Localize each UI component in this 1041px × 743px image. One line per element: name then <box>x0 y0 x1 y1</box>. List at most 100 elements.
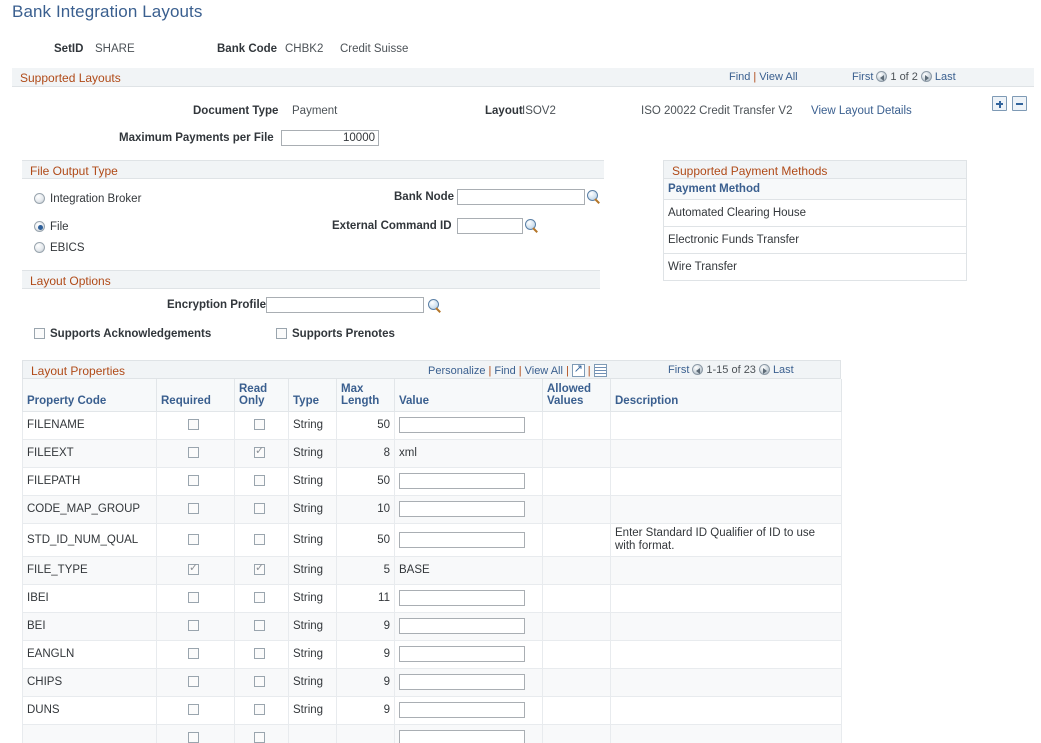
checkbox-icon[interactable] <box>188 592 199 603</box>
cell-value[interactable] <box>395 696 543 724</box>
checkbox-icon[interactable] <box>254 564 265 575</box>
first-link[interactable]: First <box>852 71 873 83</box>
cell-value[interactable] <box>395 724 543 743</box>
delete-row-button[interactable] <box>1012 96 1027 111</box>
radio-icon-file[interactable] <box>34 221 45 232</box>
property-value-input[interactable] <box>399 618 525 634</box>
property-value-input[interactable] <box>399 702 525 718</box>
supports-acknowledgements-checkbox[interactable]: Supports Acknowledgements <box>34 328 211 340</box>
checkbox-icon[interactable] <box>188 503 199 514</box>
checkbox-icon[interactable] <box>188 732 199 743</box>
cell-read-only[interactable] <box>235 724 289 743</box>
checkbox-icon[interactable] <box>254 475 265 486</box>
next-arrow-icon[interactable] <box>921 71 932 82</box>
encryption-profile-input[interactable] <box>266 297 424 313</box>
checkbox-icon[interactable] <box>188 447 199 458</box>
bank-node-input[interactable] <box>457 189 585 205</box>
personalize-link[interactable]: Personalize <box>428 365 485 377</box>
cell-read-only[interactable] <box>235 411 289 439</box>
checkbox-icon[interactable] <box>188 564 199 575</box>
checkbox-icon[interactable] <box>254 648 265 659</box>
checkbox-icon-supports-acknowledgements[interactable] <box>34 328 45 339</box>
external-command-id-input[interactable] <box>457 218 523 234</box>
cell-required[interactable] <box>157 668 235 696</box>
checkbox-icon[interactable] <box>254 419 265 430</box>
cell-value[interactable] <box>395 411 543 439</box>
checkbox-icon[interactable] <box>254 592 265 603</box>
cell-value[interactable] <box>395 668 543 696</box>
view-layout-details-link[interactable]: View Layout Details <box>811 105 912 117</box>
checkbox-icon[interactable] <box>254 732 265 743</box>
checkbox-icon[interactable] <box>254 534 265 545</box>
cell-value[interactable] <box>395 467 543 495</box>
external-command-id-lookup-icon[interactable] <box>525 219 539 233</box>
checkbox-icon[interactable] <box>254 447 265 458</box>
cell-read-only[interactable] <box>235 439 289 467</box>
bank-node-lookup-icon[interactable] <box>587 190 601 204</box>
last-link[interactable]: Last <box>935 71 956 83</box>
grid-find-link[interactable]: Find <box>494 365 515 377</box>
checkbox-icon-supports-prenotes[interactable] <box>276 328 287 339</box>
checkbox-icon[interactable] <box>188 419 199 430</box>
cell-read-only[interactable] <box>235 584 289 612</box>
previous-arrow-icon[interactable] <box>876 71 887 82</box>
checkbox-icon[interactable] <box>188 704 199 715</box>
cell-value[interactable] <box>395 523 543 556</box>
checkbox-icon[interactable] <box>254 620 265 631</box>
checkbox-icon[interactable] <box>254 503 265 514</box>
radio-icon-ebics[interactable] <box>34 242 45 253</box>
expand-icon[interactable] <box>572 364 585 377</box>
grid-first-link[interactable]: First <box>668 364 689 376</box>
cell-required[interactable] <box>157 640 235 668</box>
cell-required[interactable] <box>157 612 235 640</box>
checkbox-icon[interactable] <box>254 704 265 715</box>
property-value-input[interactable] <box>399 417 525 433</box>
property-value-input[interactable] <box>399 730 525 743</box>
radio-file[interactable]: File <box>34 221 69 233</box>
cell-required[interactable] <box>157 523 235 556</box>
property-value-input[interactable] <box>399 646 525 662</box>
cell-required[interactable] <box>157 411 235 439</box>
checkbox-icon[interactable] <box>188 620 199 631</box>
cell-read-only[interactable] <box>235 523 289 556</box>
radio-ebics[interactable]: EBICS <box>34 242 85 254</box>
checkbox-icon[interactable] <box>188 676 199 687</box>
download-grid-icon[interactable] <box>594 364 607 377</box>
grid-previous-arrow-icon[interactable] <box>692 364 703 375</box>
cell-read-only[interactable] <box>235 668 289 696</box>
cell-read-only[interactable] <box>235 640 289 668</box>
cell-value[interactable] <box>395 612 543 640</box>
grid-last-link[interactable]: Last <box>773 364 794 376</box>
cell-required[interactable] <box>157 495 235 523</box>
cell-required[interactable] <box>157 584 235 612</box>
grid-view-all-link[interactable]: View All <box>525 365 563 377</box>
grid-next-arrow-icon[interactable] <box>759 364 770 375</box>
cell-value[interactable] <box>395 495 543 523</box>
radio-icon-integration-broker[interactable] <box>34 193 45 204</box>
cell-required[interactable] <box>157 724 235 743</box>
property-value-input[interactable] <box>399 532 525 548</box>
cell-read-only[interactable] <box>235 556 289 584</box>
property-value-input[interactable] <box>399 501 525 517</box>
cell-value[interactable] <box>395 584 543 612</box>
maximum-payments-input[interactable] <box>281 130 379 146</box>
cell-required[interactable] <box>157 696 235 724</box>
property-value-input[interactable] <box>399 473 525 489</box>
cell-required[interactable] <box>157 556 235 584</box>
view-all-link[interactable]: View All <box>759 71 797 83</box>
cell-value[interactable] <box>395 640 543 668</box>
property-value-input[interactable] <box>399 674 525 690</box>
radio-integration-broker[interactable]: Integration Broker <box>34 193 141 205</box>
supports-prenotes-checkbox[interactable]: Supports Prenotes <box>276 328 395 340</box>
cell-read-only[interactable] <box>235 467 289 495</box>
add-row-button[interactable] <box>992 96 1007 111</box>
property-value-input[interactable] <box>399 590 525 606</box>
checkbox-icon[interactable] <box>188 534 199 545</box>
cell-read-only[interactable] <box>235 495 289 523</box>
checkbox-icon[interactable] <box>188 648 199 659</box>
cell-read-only[interactable] <box>235 612 289 640</box>
checkbox-icon[interactable] <box>254 676 265 687</box>
encryption-profile-lookup-icon[interactable] <box>428 299 442 313</box>
cell-required[interactable] <box>157 467 235 495</box>
find-link[interactable]: Find <box>729 71 750 83</box>
